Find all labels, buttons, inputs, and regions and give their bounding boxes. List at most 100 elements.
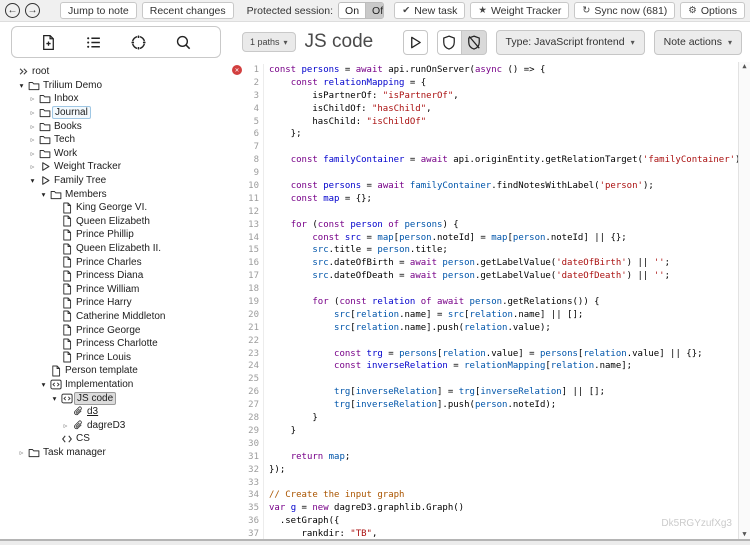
tree-item-label[interactable]: Prince George (74, 325, 142, 336)
options-button[interactable]: ⚙ Options (680, 2, 745, 19)
scroll-down-icon[interactable]: ▼ (742, 531, 746, 538)
tree-item[interactable]: ▾ Family Tree (0, 174, 232, 188)
tree-item-label[interactable]: Prince William (74, 284, 141, 295)
expand-icon[interactable]: ▹ (16, 448, 27, 457)
tree-item[interactable]: Prince Harry (0, 296, 232, 310)
tree-item-label[interactable]: Queen Elizabeth II. (74, 243, 163, 254)
tree-item-label[interactable]: JS code (74, 392, 116, 405)
tree-item-label[interactable]: Person template (63, 365, 140, 376)
code-editor[interactable]: ✕1const persons = await api.runOnServer(… (232, 62, 750, 539)
tree-item-label[interactable]: Prince Phillip (74, 229, 136, 240)
tree-item[interactable]: ▹ dagreD3 (0, 418, 232, 432)
tree-item-label[interactable]: Members (63, 189, 109, 200)
tree-item-label[interactable]: Journal (52, 106, 91, 119)
expand-icon[interactable]: ▹ (27, 94, 38, 103)
table-of-contents-button[interactable] (82, 30, 106, 54)
tree-item-label[interactable]: CS (74, 433, 92, 444)
collapse-icon[interactable]: ▾ (49, 394, 60, 403)
collapse-icon[interactable]: ▾ (38, 190, 49, 199)
tree-item[interactable]: CS (0, 432, 232, 446)
editor-scrollbar[interactable]: ▲ ▼ (738, 62, 750, 539)
tree-item[interactable]: ▾ Implementation (0, 378, 232, 392)
execute-script-button[interactable] (403, 30, 428, 55)
tree-item[interactable]: ▹ Books (0, 119, 232, 133)
tree-item[interactable]: King George VI. (0, 201, 232, 215)
tree-item-label[interactable]: Queen Elizabeth (74, 216, 152, 227)
tree-item[interactable]: ▾ Members (0, 187, 232, 201)
note-type-button[interactable]: Type: JavaScript frontend ▾ (496, 30, 645, 55)
tree-item[interactable]: Prince Phillip (0, 228, 232, 242)
tree-item-label[interactable]: Family Tree (52, 175, 108, 186)
tree-item-label[interactable]: Inbox (52, 93, 80, 104)
tree-item-label[interactable]: Prince Harry (74, 297, 134, 308)
protect-note-button[interactable] (437, 30, 462, 55)
tree-item-label[interactable]: Prince Charles (74, 257, 144, 268)
tree-item[interactable]: ▾ Trilium Demo (0, 79, 232, 93)
tree-item[interactable]: ▹ Task manager (0, 446, 232, 460)
tree-item[interactable]: Queen Elizabeth II. (0, 242, 232, 256)
note-paths-button[interactable]: 1 paths ▾ (242, 32, 296, 52)
tree-item-label[interactable]: dagreD3 (85, 420, 127, 431)
tree-item-label[interactable]: Tech (52, 134, 77, 145)
tree-item[interactable]: Prince Louis (0, 350, 232, 364)
tree-item[interactable]: ▹ Tech (0, 133, 232, 147)
tree-item[interactable]: Queen Elizabeth (0, 215, 232, 229)
tree-item[interactable]: Person template (0, 364, 232, 378)
tree-item-label[interactable]: Princess Diana (74, 270, 145, 281)
scroll-up-icon[interactable]: ▲ (742, 63, 746, 70)
tree-item-label[interactable]: King George VI. (74, 202, 149, 213)
expand-icon[interactable]: ▹ (60, 421, 71, 430)
tree-item[interactable]: Prince Charles (0, 255, 232, 269)
tree-item[interactable]: Princess Diana (0, 269, 232, 283)
expand-icon[interactable]: ▹ (27, 122, 38, 131)
weight-tracker-button[interactable]: ★ Weight Tracker (470, 2, 569, 19)
recent-changes-button[interactable]: Recent changes (142, 2, 234, 19)
crosshair-button[interactable] (127, 30, 151, 54)
expand-icon[interactable]: ▹ (27, 162, 38, 171)
tree-item-label[interactable]: Trilium Demo (41, 80, 104, 91)
tree-item[interactable]: Catherine Middleton (0, 310, 232, 324)
code-line: 18 (232, 283, 738, 296)
expand-icon[interactable]: ▹ (27, 135, 38, 144)
error-marker-icon[interactable]: ✕ (232, 65, 242, 75)
tree-item-label[interactable]: Books (52, 121, 84, 132)
history-forward-button[interactable]: → (25, 3, 40, 18)
tree-item[interactable]: Prince William (0, 283, 232, 297)
tree-item[interactable]: d3 (0, 405, 232, 419)
tree-item[interactable]: ▾ JS code (0, 391, 232, 405)
search-button[interactable] (172, 30, 196, 54)
tree-item[interactable]: Prince George (0, 323, 232, 337)
protected-session-off-button[interactable]: Off (366, 3, 384, 18)
collapse-icon[interactable]: ▾ (27, 176, 38, 185)
sync-now-button[interactable]: ↻ Sync now (681) (574, 2, 675, 19)
tree-item[interactable]: ▹ Inbox (0, 92, 232, 106)
expand-icon[interactable]: ▹ (27, 149, 38, 158)
new-note-button[interactable] (37, 30, 61, 54)
collapse-icon[interactable]: ▾ (38, 380, 49, 389)
unprotect-note-button[interactable] (462, 30, 487, 55)
tree-item-label[interactable]: Prince Louis (74, 352, 133, 363)
collapse-icon[interactable]: ▾ (16, 81, 27, 90)
note-actions-label: Note actions (664, 36, 722, 48)
tree-item[interactable]: root (0, 65, 232, 79)
note-actions-button[interactable]: Note actions ▾ (654, 30, 742, 55)
tree-item[interactable]: ▹ Work (0, 147, 232, 161)
tree-item[interactable]: ▹ Journal (0, 106, 232, 120)
history-back-button[interactable]: ← (5, 3, 20, 18)
tree-item-label[interactable]: d3 (85, 406, 100, 417)
tree-item-label[interactable]: Weight Tracker (52, 161, 123, 172)
tree-item-label[interactable]: Work (52, 148, 79, 159)
jump-to-note-button[interactable]: Jump to note (60, 2, 137, 19)
expand-icon[interactable]: ▹ (27, 108, 38, 117)
protected-session-on-button[interactable]: On (339, 3, 366, 18)
tree-item-label[interactable]: Catherine Middleton (74, 311, 168, 322)
tree-item-label[interactable]: Princess Charlotte (74, 338, 160, 349)
horizontal-scrollbar[interactable] (0, 539, 750, 545)
tree-item[interactable]: ▹ Weight Tracker (0, 160, 232, 174)
note-title[interactable]: JS code (305, 31, 394, 53)
new-task-button[interactable]: ✔ New task (394, 2, 465, 19)
tree-item-label[interactable]: root (30, 66, 51, 77)
tree-item-label[interactable]: Implementation (63, 379, 135, 390)
tree-item[interactable]: Princess Charlotte (0, 337, 232, 351)
tree-item-label[interactable]: Task manager (41, 447, 108, 458)
